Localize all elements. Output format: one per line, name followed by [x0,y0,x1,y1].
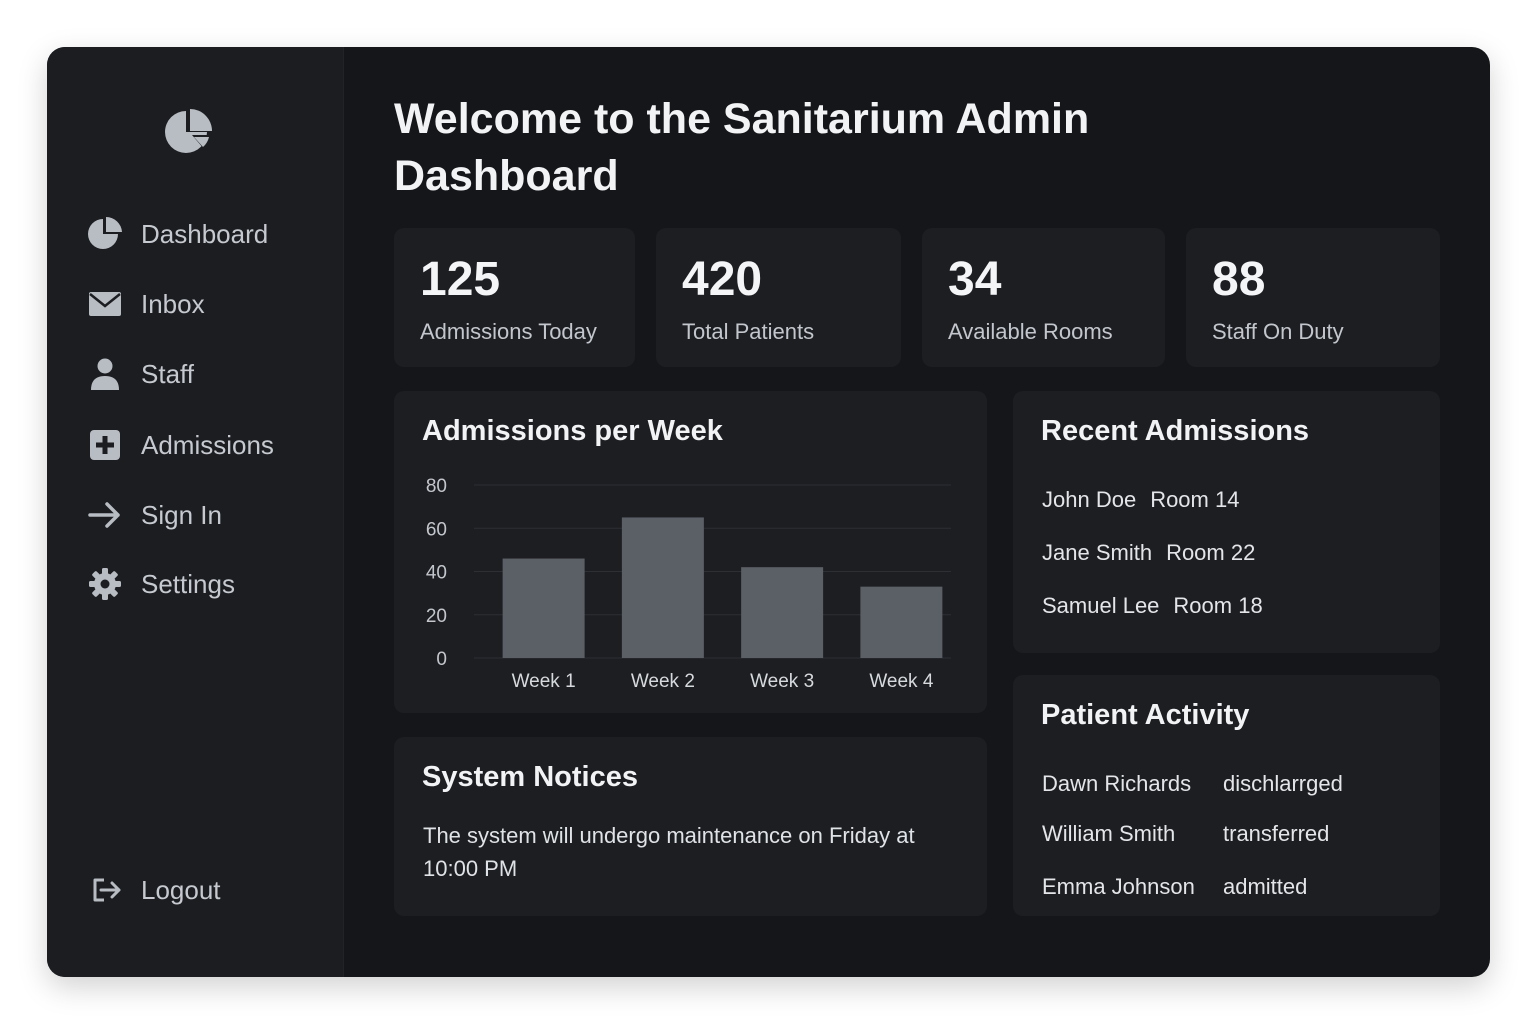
plus-square-icon [87,427,123,463]
recent-admissions-title: Recent Admissions [1041,415,1310,447]
pie-chart-icon [164,107,214,157]
stat-label: Total Patients [682,319,815,344]
patient-name: John Doe [1042,487,1137,512]
sidebar-item-admissions[interactable]: Admissions [87,423,274,467]
arrow-right-icon [87,497,123,533]
user-icon [87,356,123,392]
sidebar-item-label: Admissions [141,429,274,460]
pie-chart-icon [87,216,123,252]
logout-button[interactable]: Logout [87,868,221,912]
system-notices-card: System Notices The system will undergo m… [394,737,987,916]
activity-patient-name: Emma Johnson [1042,874,1195,899]
y-tick-label: 80 [426,476,447,497]
sidebar-item-sign-in[interactable]: Sign In [87,493,222,537]
sidebar-item-label: Staff [141,358,195,389]
stat-label: Admissions Today [420,319,597,344]
list-item[interactable]: Samuel Lee Room 18 [1042,593,1263,619]
list-item[interactable]: John Doe Room 14 [1042,487,1239,513]
activity-patient-name: Dawn Richards [1042,771,1192,796]
stat-card-admissions-today: 125 Admissions Today [394,228,635,367]
stat-label: Staff On Duty [1212,319,1344,344]
admissions-chart-card: Admissions per Week 0 20 40 60 80 Week 1 Week … [394,391,987,713]
activity-status: dischlarrged [1223,771,1343,796]
app-window: Dashboard Inbox Staff Admissions Sign In… [47,47,1490,977]
list-item[interactable]: Jane Smith Room 22 [1042,540,1255,566]
y-tick-label: 20 [426,606,447,627]
sidebar-item-inbox[interactable]: Inbox [87,282,205,326]
logout-icon [87,872,123,908]
room-number: Room 22 [1166,540,1256,565]
activity-status: transferred [1223,821,1330,846]
patient-name: Jane Smith [1042,540,1153,565]
system-notices-title: System Notices [422,761,638,793]
sidebar-item-label: Settings [141,568,235,599]
chart-bar [860,586,943,658]
logout-label: Logout [141,874,221,905]
sidebar-item-dashboard[interactable]: Dashboard [87,212,268,256]
stat-card-total-patients: 420 Total Patients [656,228,901,367]
stat-label: Available Rooms [948,319,1113,344]
x-tick-label: Week 4 [869,671,934,692]
stat-card-staff-on-duty: 88 Staff On Duty [1186,228,1440,367]
sidebar: Dashboard Inbox Staff Admissions Sign In… [47,47,344,977]
sidebar-item-label: Dashboard [141,218,269,249]
room-number: Room 18 [1173,593,1263,618]
y-tick-label: 0 [436,649,447,670]
stat-value: 125 [420,253,501,306]
stat-card-available-rooms: 34 Available Rooms [922,228,1165,367]
x-tick-label: Week 2 [631,671,695,692]
stat-value: 34 [948,253,1002,306]
main-content: Welcome to the Sanitarium Admin Dashboar… [343,47,1490,977]
room-number: Room 14 [1150,487,1240,512]
admissions-bar-chart: 0 20 40 60 80 Week 1 Week 2 Week 3 Week 4 [426,476,951,692]
patient-activity-title: Patient Activity [1041,699,1250,731]
sidebar-item-label: Sign In [141,499,222,530]
y-tick-label: 60 [426,519,447,540]
recent-admissions-card: Recent Admissions John Doe Room 14 Jane S… [1013,391,1440,653]
mail-icon [87,286,123,322]
x-tick-label: Week 3 [750,671,814,692]
y-tick-label: 40 [426,563,447,584]
sidebar-item-staff[interactable]: Staff [87,352,194,396]
chart-bar [502,558,585,658]
sidebar-item-label: Inbox [141,288,205,319]
notice-text: The system will undergo maintenance on F… [423,823,915,881]
activity-patient-name: William Smith [1042,821,1176,846]
patient-name: Samuel Lee [1042,593,1160,618]
sidebar-item-settings[interactable]: Settings [87,562,235,606]
activity-status: admitted [1223,874,1308,899]
patient-activity-card: Patient Activity Dawn Richards dischlarr… [1013,675,1440,916]
x-tick-label: Week 1 [512,671,576,692]
chart-bar [741,567,824,658]
stat-value: 420 [682,253,763,306]
chart-bar [621,517,704,658]
page-title: Welcome to the Sanitarium Admin Dashboar… [394,95,1090,200]
stat-value: 88 [1212,253,1266,306]
gear-icon [87,566,123,602]
